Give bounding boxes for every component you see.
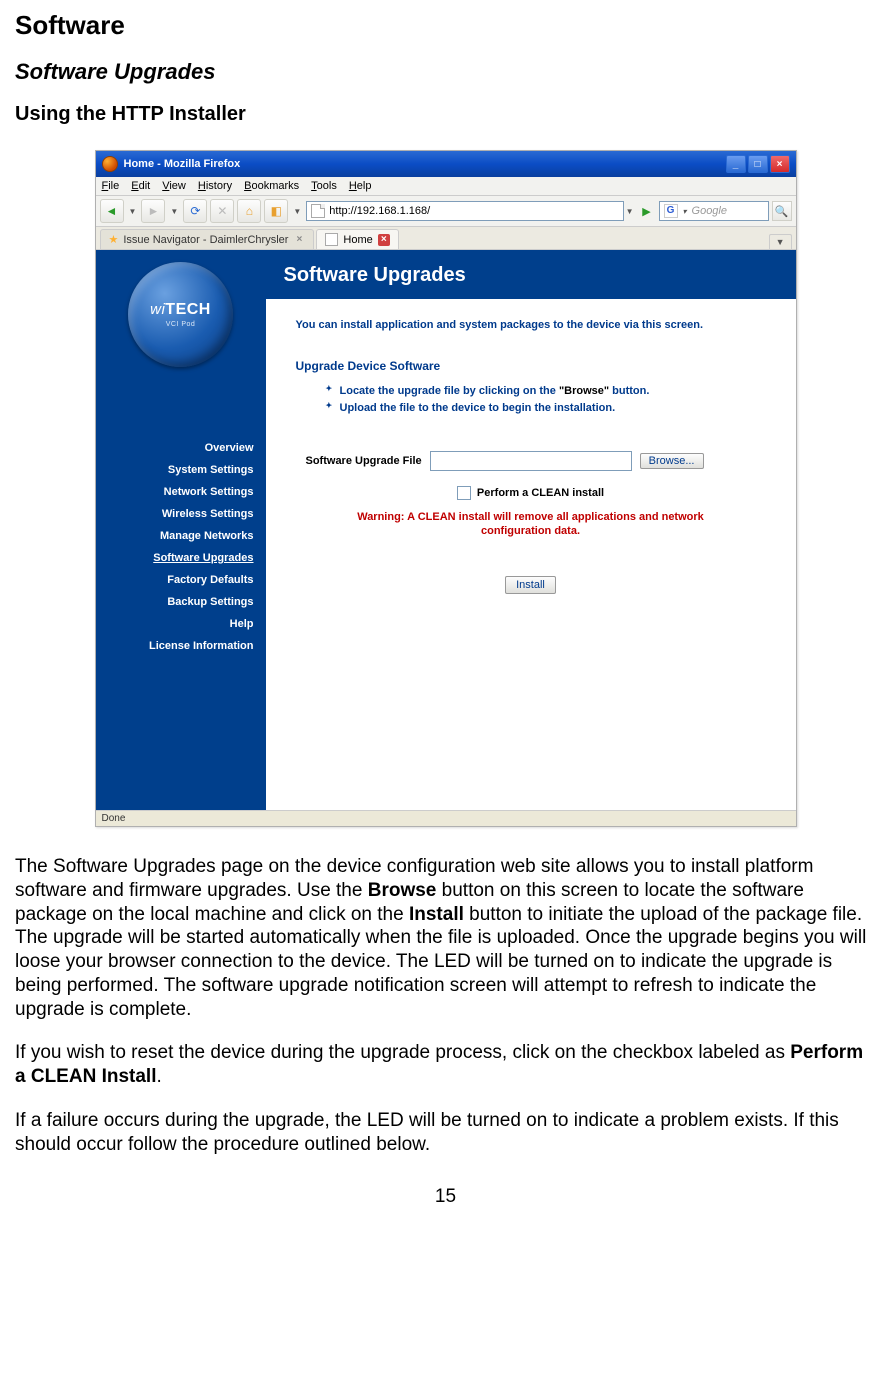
- sidebar-item-help[interactable]: Help: [106, 613, 256, 635]
- back-dropdown[interactable]: ▼: [127, 207, 139, 216]
- window-title: Home - Mozilla Firefox: [124, 158, 241, 170]
- tab-close-icon[interactable]: ×: [378, 234, 390, 246]
- menu-history[interactable]: History: [198, 180, 232, 192]
- tab-home[interactable]: Home ×: [316, 229, 398, 249]
- reload-button[interactable]: ⟳: [183, 199, 207, 223]
- bullet-locate-file: Locate the upgrade file by clicking on t…: [326, 383, 766, 400]
- menu-bookmarks[interactable]: Bookmarks: [244, 180, 299, 192]
- clean-install-checkbox[interactable]: [457, 486, 471, 500]
- menu-edit[interactable]: Edit: [131, 180, 150, 192]
- url-text: http://192.168.1.168/: [329, 205, 430, 217]
- paragraph-1: The Software Upgrades page on the device…: [15, 855, 876, 1021]
- paragraph-3: If a failure occurs during the upgrade, …: [15, 1109, 876, 1157]
- install-button[interactable]: Install: [505, 576, 556, 594]
- sidebar-item-backup-settings[interactable]: Backup Settings: [106, 591, 256, 613]
- go-button[interactable]: ▶: [638, 202, 656, 220]
- url-input[interactable]: http://192.168.1.168/: [306, 201, 623, 221]
- heading-using-http-installer: Using the HTTP Installer: [15, 103, 876, 126]
- search-engine-dropdown[interactable]: ▾: [681, 207, 689, 216]
- forward-button[interactable]: ►: [141, 199, 165, 223]
- page-icon: [325, 233, 338, 246]
- navigation-toolbar: ◄ ▼ ► ▼ ⟳ ✕ ⌂ ◧ ▼ http://192.168.1.168/ …: [96, 196, 796, 227]
- file-label: Software Upgrade File: [306, 455, 422, 467]
- browser-window: Home - Mozilla Firefox _ □ × File Edit V…: [95, 150, 797, 827]
- file-input[interactable]: [430, 451, 632, 471]
- search-box[interactable]: G ▾ Google: [659, 201, 769, 221]
- sidebar-item-wireless-settings[interactable]: Wireless Settings: [106, 503, 256, 525]
- stop-button[interactable]: ✕: [210, 199, 234, 223]
- logo-subtext: VCI Pod: [166, 321, 196, 328]
- tab-list-dropdown[interactable]: ▼: [769, 234, 792, 249]
- tab-label-inactive: Issue Navigator - DaimlerChrysler: [123, 234, 288, 246]
- clean-install-label: Perform a CLEAN install: [477, 487, 604, 499]
- forward-dropdown[interactable]: ▼: [168, 207, 180, 216]
- minimize-button[interactable]: _: [726, 155, 746, 173]
- feed-dropdown[interactable]: ▼: [291, 207, 303, 216]
- sidebar-item-system-settings[interactable]: System Settings: [106, 459, 256, 481]
- search-placeholder: Google: [692, 205, 727, 217]
- google-icon: G: [664, 204, 678, 218]
- url-dropdown[interactable]: ▼: [624, 207, 636, 216]
- back-button[interactable]: ◄: [100, 199, 124, 223]
- screenshot-container: Home - Mozilla Firefox _ □ × File Edit V…: [15, 150, 876, 827]
- tab-label-active: Home: [343, 234, 372, 246]
- sidebar-item-network-settings[interactable]: Network Settings: [106, 481, 256, 503]
- menu-bar: File Edit View History Bookmarks Tools H…: [96, 177, 796, 196]
- menu-file[interactable]: File: [102, 180, 120, 192]
- sidebar-item-manage-networks[interactable]: Manage Networks: [106, 525, 256, 547]
- tab-bar: ★ Issue Navigator - DaimlerChrysler × Ho…: [96, 227, 796, 250]
- star-icon: ★: [109, 233, 119, 246]
- menu-tools[interactable]: Tools: [311, 180, 337, 192]
- page-number: 15: [15, 1186, 876, 1208]
- status-bar: Done: [96, 810, 796, 826]
- sidebar-item-overview[interactable]: Overview: [106, 437, 256, 459]
- witech-logo: wiTECH VCI Pod: [128, 262, 233, 367]
- maximize-button[interactable]: □: [748, 155, 768, 173]
- home-button[interactable]: ⌂: [237, 199, 261, 223]
- tab-issue-navigator[interactable]: ★ Issue Navigator - DaimlerChrysler ×: [100, 229, 315, 249]
- menu-help[interactable]: Help: [349, 180, 372, 192]
- search-button[interactable]: 🔍: [772, 201, 792, 221]
- main-panel: Software Upgrades You can install applic…: [266, 250, 796, 810]
- tab-close-icon[interactable]: ×: [293, 234, 305, 246]
- page-content: wiTECH VCI Pod Overview System Settings …: [96, 250, 796, 810]
- firefox-icon: [102, 156, 118, 172]
- close-button[interactable]: ×: [770, 155, 790, 173]
- sidebar-nav: wiTECH VCI Pod Overview System Settings …: [96, 250, 266, 810]
- section-heading: Upgrade Device Software: [296, 359, 766, 373]
- heading-software: Software: [15, 10, 876, 41]
- feed-button[interactable]: ◧: [264, 199, 288, 223]
- heading-software-upgrades: Software Upgrades: [15, 59, 876, 85]
- menu-view[interactable]: View: [162, 180, 186, 192]
- warning-text: Warning: A CLEAN install will remove all…: [331, 510, 731, 539]
- sidebar-item-factory-defaults[interactable]: Factory Defaults: [106, 569, 256, 591]
- sidebar-item-license-information[interactable]: License Information: [106, 635, 256, 657]
- page-icon: [311, 204, 325, 218]
- bullet-upload-file: Upload the file to the device to begin t…: [326, 400, 766, 417]
- intro-text: You can install application and system p…: [296, 319, 766, 331]
- window-titlebar: Home - Mozilla Firefox _ □ ×: [96, 151, 796, 177]
- browse-button[interactable]: Browse...: [640, 453, 704, 469]
- panel-title: Software Upgrades: [266, 250, 796, 299]
- sidebar-item-software-upgrades[interactable]: Software Upgrades: [106, 547, 256, 569]
- paragraph-2: If you wish to reset the device during t…: [15, 1041, 876, 1089]
